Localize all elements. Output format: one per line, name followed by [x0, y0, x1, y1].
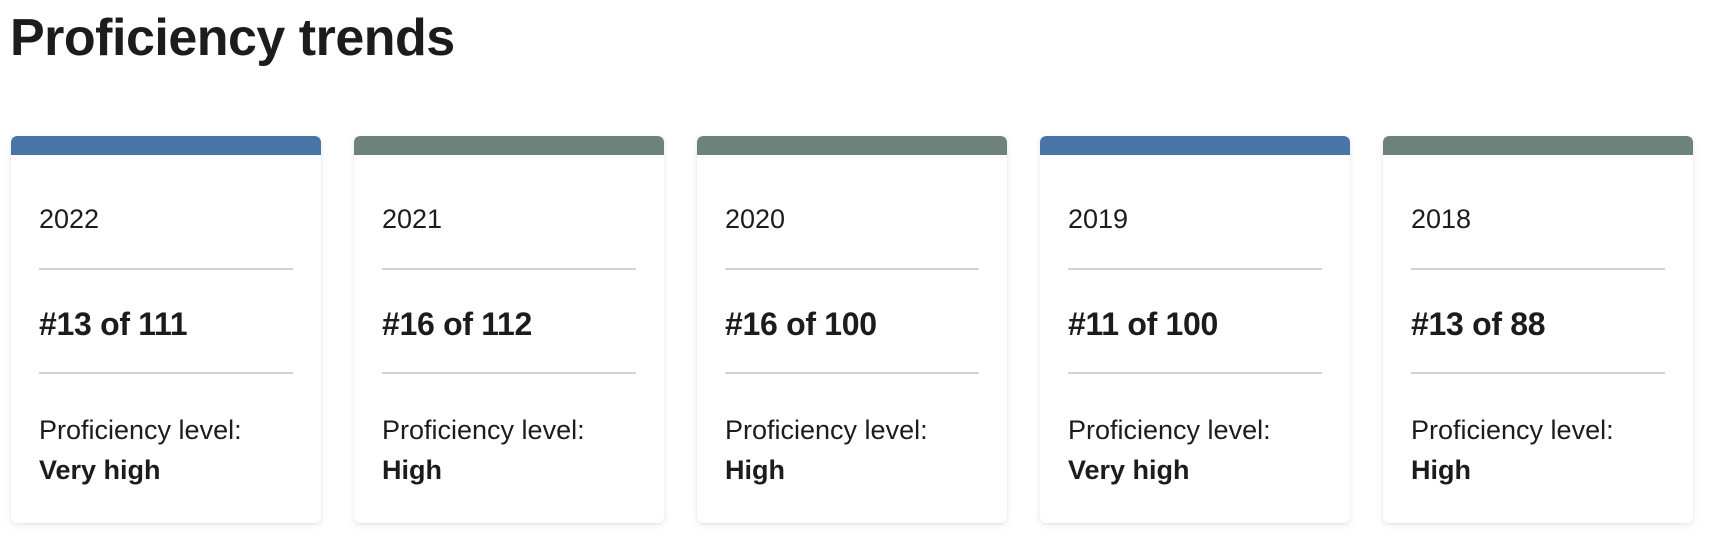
proficiency-card-2022: 2022 #13 of 111 Proficiency level: Very …	[11, 136, 321, 523]
card-year: 2022	[39, 204, 100, 234]
page-title: Proficiency trends	[10, 9, 455, 67]
proficiency-cards: 2022 #13 of 111 Proficiency level: Very …	[11, 136, 1693, 523]
divider	[39, 268, 293, 270]
divider	[39, 372, 293, 374]
divider	[725, 372, 979, 374]
proficiency-level-value: Very high	[39, 455, 161, 485]
level-color-bar	[697, 136, 1007, 155]
proficiency-card-2021: 2021 #16 of 112 Proficiency level: High	[354, 136, 664, 523]
card-year: 2019	[1068, 204, 1129, 234]
card-year: 2021	[382, 204, 443, 234]
card-year: 2020	[725, 204, 786, 234]
proficiency-level-value: Very high	[1068, 455, 1190, 485]
card-rank: #13 of 88	[1411, 306, 1546, 342]
card-rank: #11 of 100	[1068, 306, 1219, 342]
card-rank: #16 of 100	[725, 306, 877, 342]
card-year: 2018	[1411, 204, 1472, 234]
divider	[382, 372, 636, 374]
divider	[725, 268, 979, 270]
level-color-bar	[354, 136, 664, 155]
proficiency-level-value: High	[382, 455, 442, 485]
level-color-bar	[1040, 136, 1350, 155]
proficiency-level-label: Proficiency level:	[39, 415, 242, 445]
proficiency-level-value: High	[725, 455, 785, 485]
proficiency-level-value: High	[1411, 455, 1471, 485]
level-color-bar	[11, 136, 321, 155]
proficiency-level-label: Proficiency level:	[1411, 415, 1614, 445]
card-rank: #16 of 112	[382, 306, 533, 342]
divider	[1411, 372, 1665, 374]
divider	[1068, 268, 1322, 270]
divider	[1068, 372, 1322, 374]
proficiency-level-label: Proficiency level:	[382, 415, 585, 445]
proficiency-level-label: Proficiency level:	[1068, 415, 1271, 445]
proficiency-card-2020: 2020 #16 of 100 Proficiency level: High	[697, 136, 1007, 523]
level-color-bar	[1383, 136, 1693, 155]
proficiency-level-label: Proficiency level:	[725, 415, 928, 445]
divider	[1411, 268, 1665, 270]
proficiency-card-2019: 2019 #11 of 100 Proficiency level: Very …	[1040, 136, 1350, 523]
divider	[382, 268, 636, 270]
proficiency-card-2018: 2018 #13 of 88 Proficiency level: High	[1383, 136, 1693, 523]
card-rank: #13 of 111	[39, 306, 188, 342]
